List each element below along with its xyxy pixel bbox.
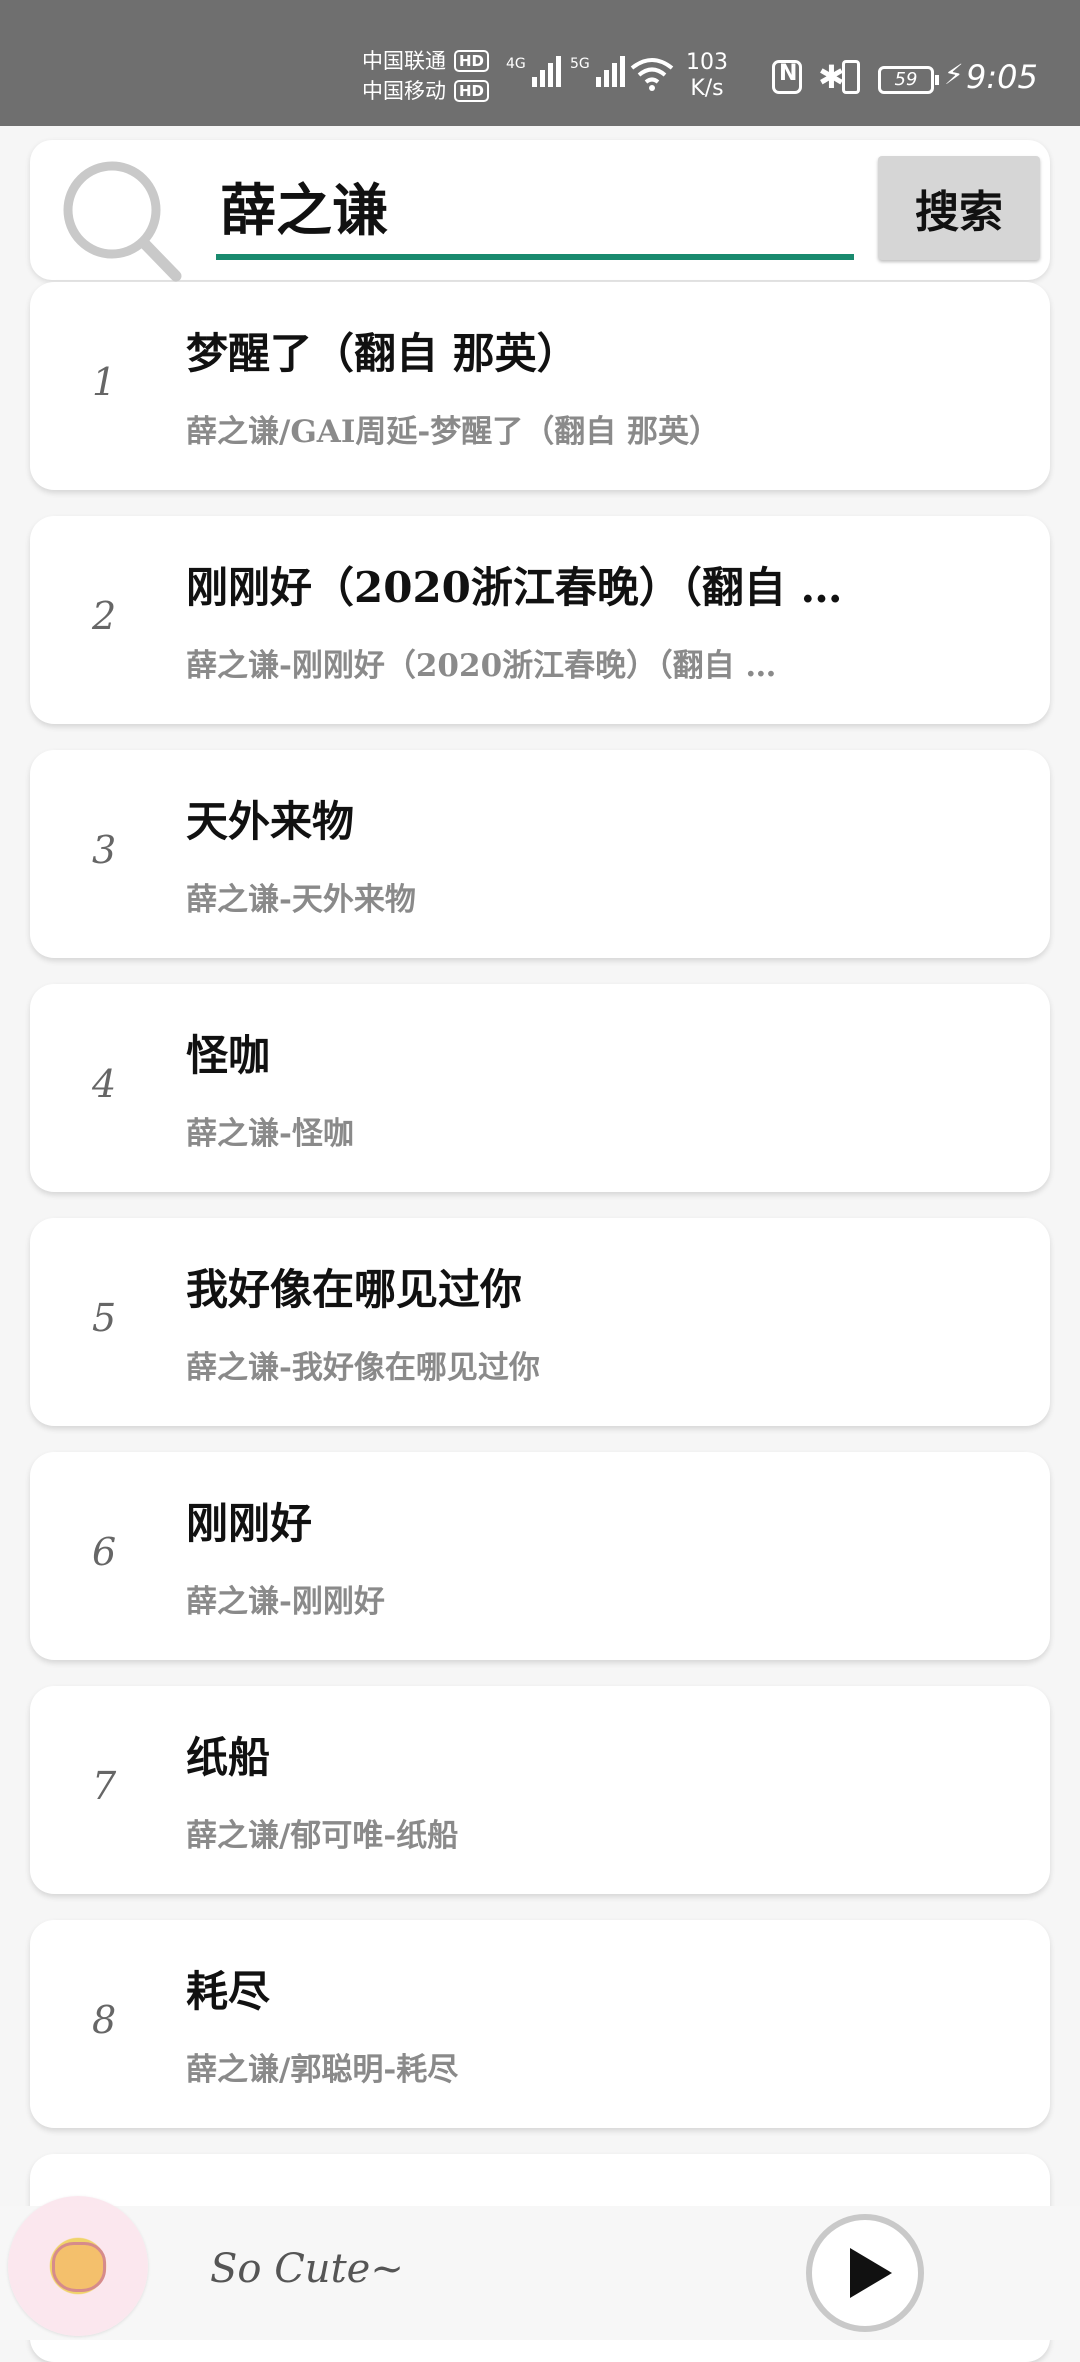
nfc-icon <box>772 60 802 94</box>
result-item[interactable]: 3 天外来物 薛之谦-天外来物 <box>30 750 1050 958</box>
hd-badge-1: HD <box>454 50 490 72</box>
search-icon[interactable] <box>50 150 190 290</box>
search-bar: 搜索 <box>30 140 1050 282</box>
result-index: 5 <box>92 1296 117 1340</box>
play-icon <box>850 2248 892 2298</box>
result-title: 怪咖 <box>186 1031 271 1080</box>
carrier-1: 中国联通 <box>362 49 446 73</box>
result-subtitle: 薛之谦-怪咖 <box>186 1116 354 1152</box>
result-subtitle: 薛之谦-刚刚好（2020浙江春晚）（翻自 … <box>186 648 777 684</box>
result-subtitle: 薛之谦-刚刚好 <box>186 1584 385 1620</box>
vibrate-icon <box>842 60 860 94</box>
search-underline <box>216 254 854 260</box>
result-title: 刚刚好（2020浙江春晚）（翻自 … <box>186 563 843 612</box>
speed-value: 103 <box>686 50 728 75</box>
result-subtitle: 薛之谦/GAI周延-梦醒了（翻自 那英） <box>186 414 721 450</box>
result-index: 3 <box>92 828 117 872</box>
status-bar: 中国联通 HD 中国移动 HD 4G 5G 103 K/s ✱ 59 ⚡ 9:05 <box>0 0 1080 126</box>
result-title: 耗尽 <box>186 1967 271 2016</box>
speed-unit: K/s <box>690 76 724 101</box>
result-index: 6 <box>92 1530 117 1574</box>
mini-player: So Cute~ <box>0 2196 1080 2340</box>
signal-icon-2: 5G <box>570 56 625 87</box>
result-index: 2 <box>92 594 117 638</box>
hd-badge-2: HD <box>454 80 490 102</box>
result-title: 我好像在哪见过你 <box>186 1265 523 1314</box>
now-playing-title[interactable]: So Cute~ <box>210 2246 404 2292</box>
result-item[interactable]: 5 我好像在哪见过你 薛之谦-我好像在哪见过你 <box>30 1218 1050 1426</box>
network-type-1: 4G <box>506 56 526 72</box>
network-speed: 103 K/s <box>686 50 728 102</box>
signal-icon-1: 4G <box>506 56 561 87</box>
result-index: 7 <box>92 1764 117 1808</box>
charging-icon: ⚡ <box>944 58 964 91</box>
result-subtitle: 薛之谦/郭聪明-耗尽 <box>186 2052 459 2088</box>
result-item[interactable]: 8 耗尽 薛之谦/郭聪明-耗尽 <box>30 1920 1050 2128</box>
carrier-2: 中国移动 <box>362 79 446 103</box>
network-type-2: 5G <box>570 56 590 72</box>
result-title: 纸船 <box>186 1733 271 1782</box>
result-index: 8 <box>92 1998 117 2042</box>
result-item[interactable]: 7 纸船 薛之谦/郁可唯-纸船 <box>30 1686 1050 1894</box>
result-item[interactable]: 4 怪咖 薛之谦-怪咖 <box>30 984 1050 1192</box>
result-item[interactable]: 2 刚刚好（2020浙江春晚）（翻自 … 薛之谦-刚刚好（2020浙江春晚）（翻… <box>30 516 1050 724</box>
result-subtitle: 薛之谦/郁可唯-纸船 <box>186 1818 459 1854</box>
wifi-icon <box>630 58 674 91</box>
play-button[interactable] <box>806 2214 924 2332</box>
album-art[interactable] <box>8 2196 148 2336</box>
battery-icon: 59 <box>878 66 939 94</box>
result-item[interactable]: 1 梦醒了（翻自 那英） 薛之谦/GAI周延-梦醒了（翻自 那英） <box>30 282 1050 490</box>
search-input[interactable] <box>216 166 860 246</box>
result-subtitle: 薛之谦-我好像在哪见过你 <box>186 1350 540 1386</box>
result-subtitle: 薛之谦-天外来物 <box>186 882 416 918</box>
result-index: 1 <box>92 360 117 404</box>
result-title: 天外来物 <box>186 797 355 846</box>
clock: 9:05 <box>966 58 1038 96</box>
result-item[interactable]: 6 刚刚好 薛之谦-刚刚好 <box>30 1452 1050 1660</box>
search-button[interactable]: 搜索 <box>878 156 1040 260</box>
result-title: 梦醒了（翻自 那英） <box>186 329 579 378</box>
bluetooth-icon: ✱ <box>818 58 845 96</box>
carrier-labels: 中国联通 HD 中国移动 HD <box>362 46 490 106</box>
result-index: 4 <box>92 1062 117 1106</box>
result-title: 刚刚好 <box>186 1499 313 1548</box>
